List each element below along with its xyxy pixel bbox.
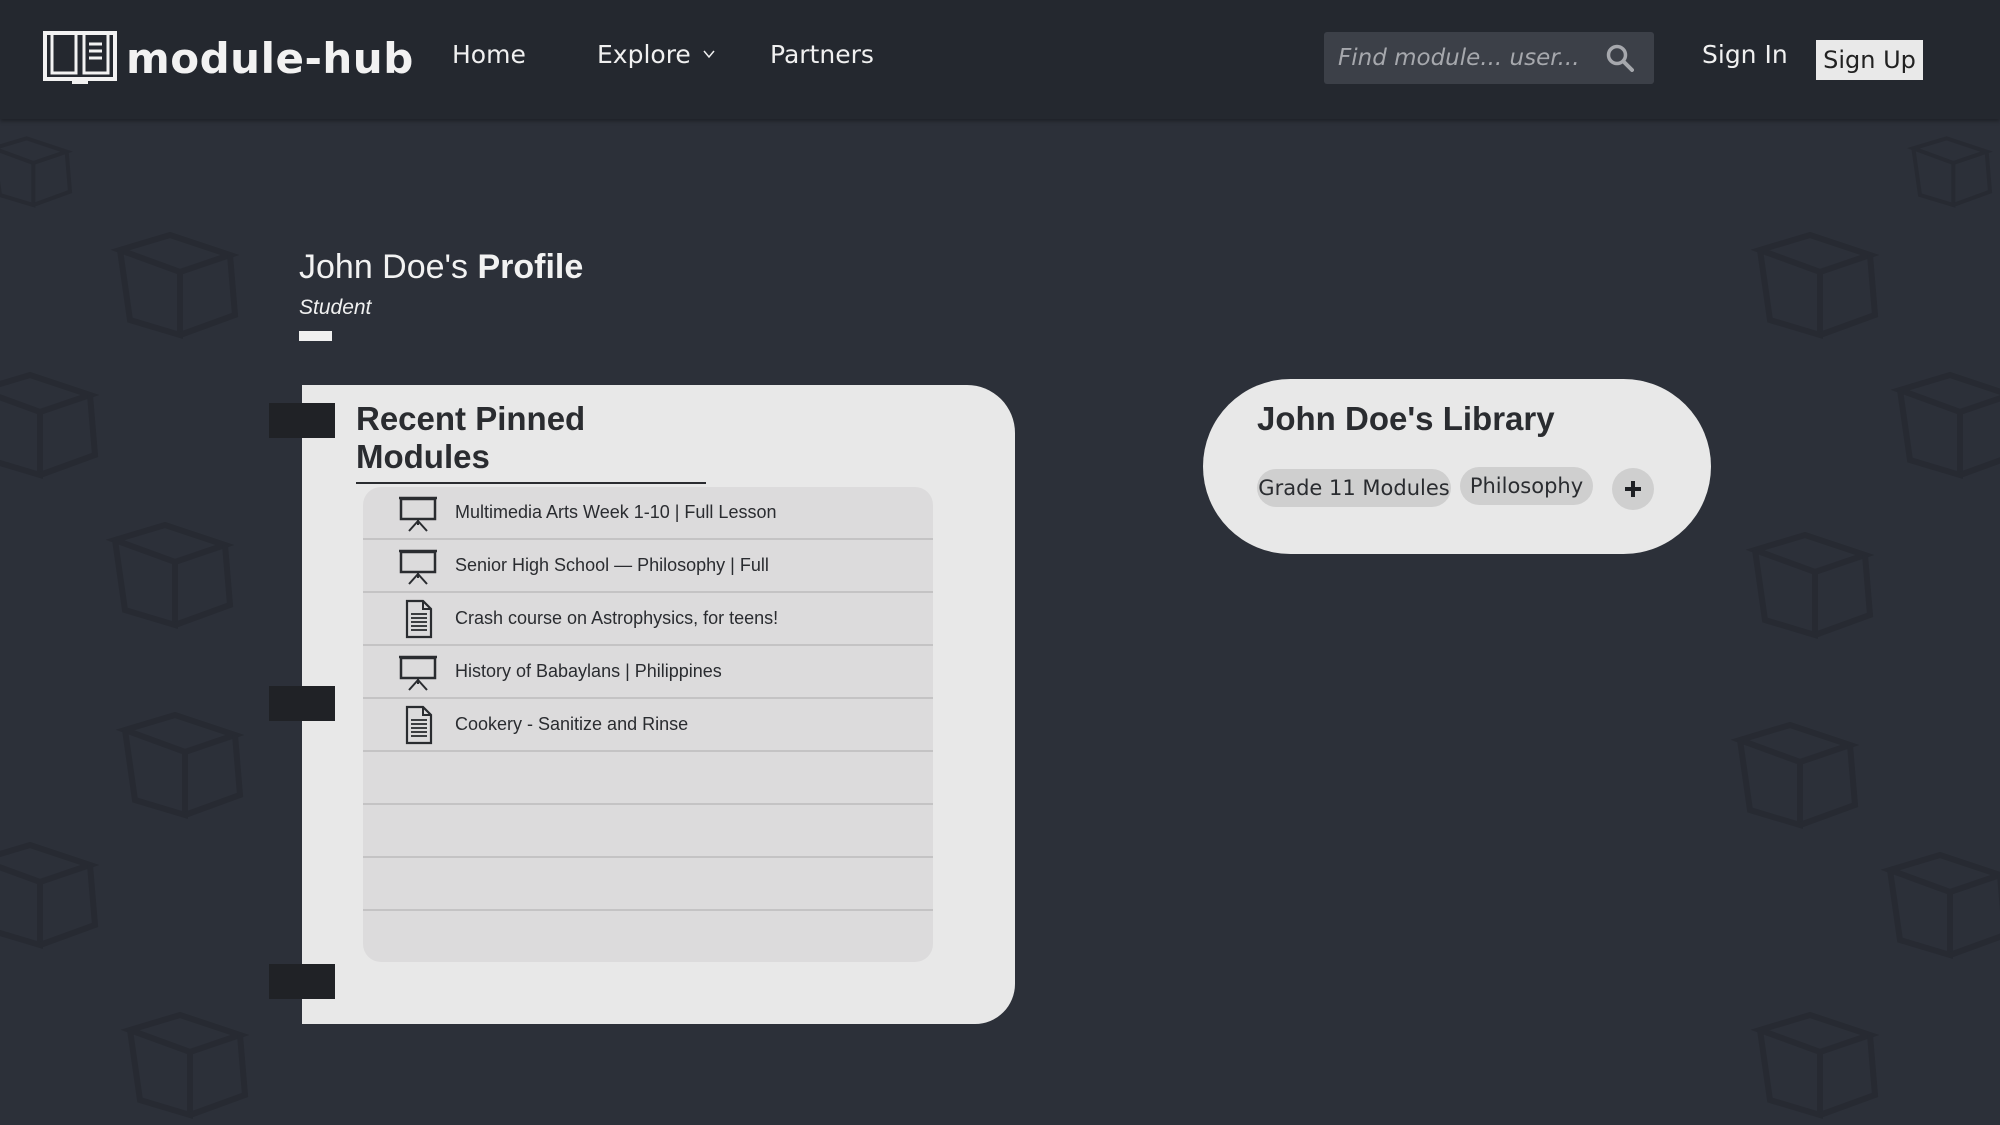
binder-tab (269, 686, 335, 721)
presentation-icon (399, 549, 437, 585)
profile-title-word: Profile (477, 248, 584, 286)
list-item[interactable]: Crash course on Astrophysics, for teens! (363, 593, 933, 646)
module-title: Senior High School — Philosophy | Full (455, 555, 769, 575)
background-book-icon (1750, 1011, 1880, 1120)
search-bar (1324, 32, 1654, 84)
module-title: Crash course on Astrophysics, for teens! (455, 608, 779, 628)
background-book-icon (1750, 231, 1880, 340)
add-library-button[interactable] (1612, 468, 1654, 510)
background-book-icon (1880, 851, 2000, 960)
sign-up-button[interactable]: Sign Up (1816, 40, 1923, 80)
presentation-icon (399, 655, 437, 691)
top-navbar: module-hub Home Explore Partners Sign In… (0, 0, 2000, 119)
list-item[interactable]: Senior High School — Philosophy | Full (363, 540, 933, 593)
pinned-modules-title: Recent Pinned Modules (356, 400, 706, 484)
nav-explore-dropdown[interactable]: Explore (597, 40, 715, 69)
document-icon (405, 705, 433, 744)
library-title: John Doe's Library (1257, 400, 1555, 438)
empty-list-row (363, 752, 933, 805)
search-input[interactable] (1338, 32, 1588, 84)
search-icon[interactable] (1606, 44, 1634, 72)
background-book-icon (0, 371, 100, 480)
background-book-icon (1730, 721, 1860, 830)
empty-list-row (363, 858, 933, 911)
background-book-icon (0, 841, 100, 950)
nav-partners-link[interactable]: Partners (770, 40, 874, 69)
background-book-icon (120, 1011, 250, 1120)
plus-icon (1625, 481, 1641, 497)
title-underline-bar (299, 331, 332, 341)
library-tag-grade-11-modules[interactable]: Grade 11 Modules (1257, 469, 1451, 507)
background-book-icon (1907, 136, 1993, 208)
profile-title: John Doe's Profile (299, 248, 583, 287)
pinned-modules-list: Multimedia Arts Week 1-10 | Full Lesson … (363, 487, 933, 962)
list-item[interactable]: History of Babaylans | Philippines (363, 646, 933, 699)
presentation-icon (399, 496, 437, 532)
nav-explore-label: Explore (597, 40, 691, 69)
background-book-icon (110, 231, 240, 340)
brand-name: module-hub (126, 33, 414, 83)
open-book-icon (43, 31, 117, 84)
document-icon (405, 599, 433, 638)
nav-home-link[interactable]: Home (452, 40, 526, 69)
library-title-word: Library (1442, 400, 1555, 437)
library-owner-name: John Doe's (1257, 400, 1443, 437)
empty-list-row (363, 911, 933, 962)
profile-owner-name: John Doe's (299, 248, 478, 286)
brand-logo[interactable]: module-hub (42, 30, 414, 86)
module-title: Cookery - Sanitize and Rinse (455, 714, 689, 734)
module-title: Multimedia Arts Week 1-10 | Full Lesson (455, 502, 777, 522)
background-book-icon (0, 136, 73, 208)
chevron-down-icon (703, 50, 715, 59)
sign-in-link[interactable]: Sign In (1702, 40, 1788, 69)
background-book-icon (1890, 371, 2000, 480)
empty-list-row (363, 805, 933, 858)
background-book-icon (105, 521, 235, 630)
list-item[interactable]: Multimedia Arts Week 1-10 | Full Lesson (363, 487, 933, 540)
binder-tab (269, 964, 335, 999)
module-title: History of Babaylans | Philippines (455, 661, 722, 681)
background-book-icon (1745, 531, 1875, 640)
list-item[interactable]: Cookery - Sanitize and Rinse (363, 699, 933, 752)
profile-role: Student (299, 296, 372, 319)
background-book-icon (115, 711, 245, 820)
library-tag-philosophy[interactable]: Philosophy (1460, 467, 1593, 505)
binder-tab (269, 403, 335, 438)
